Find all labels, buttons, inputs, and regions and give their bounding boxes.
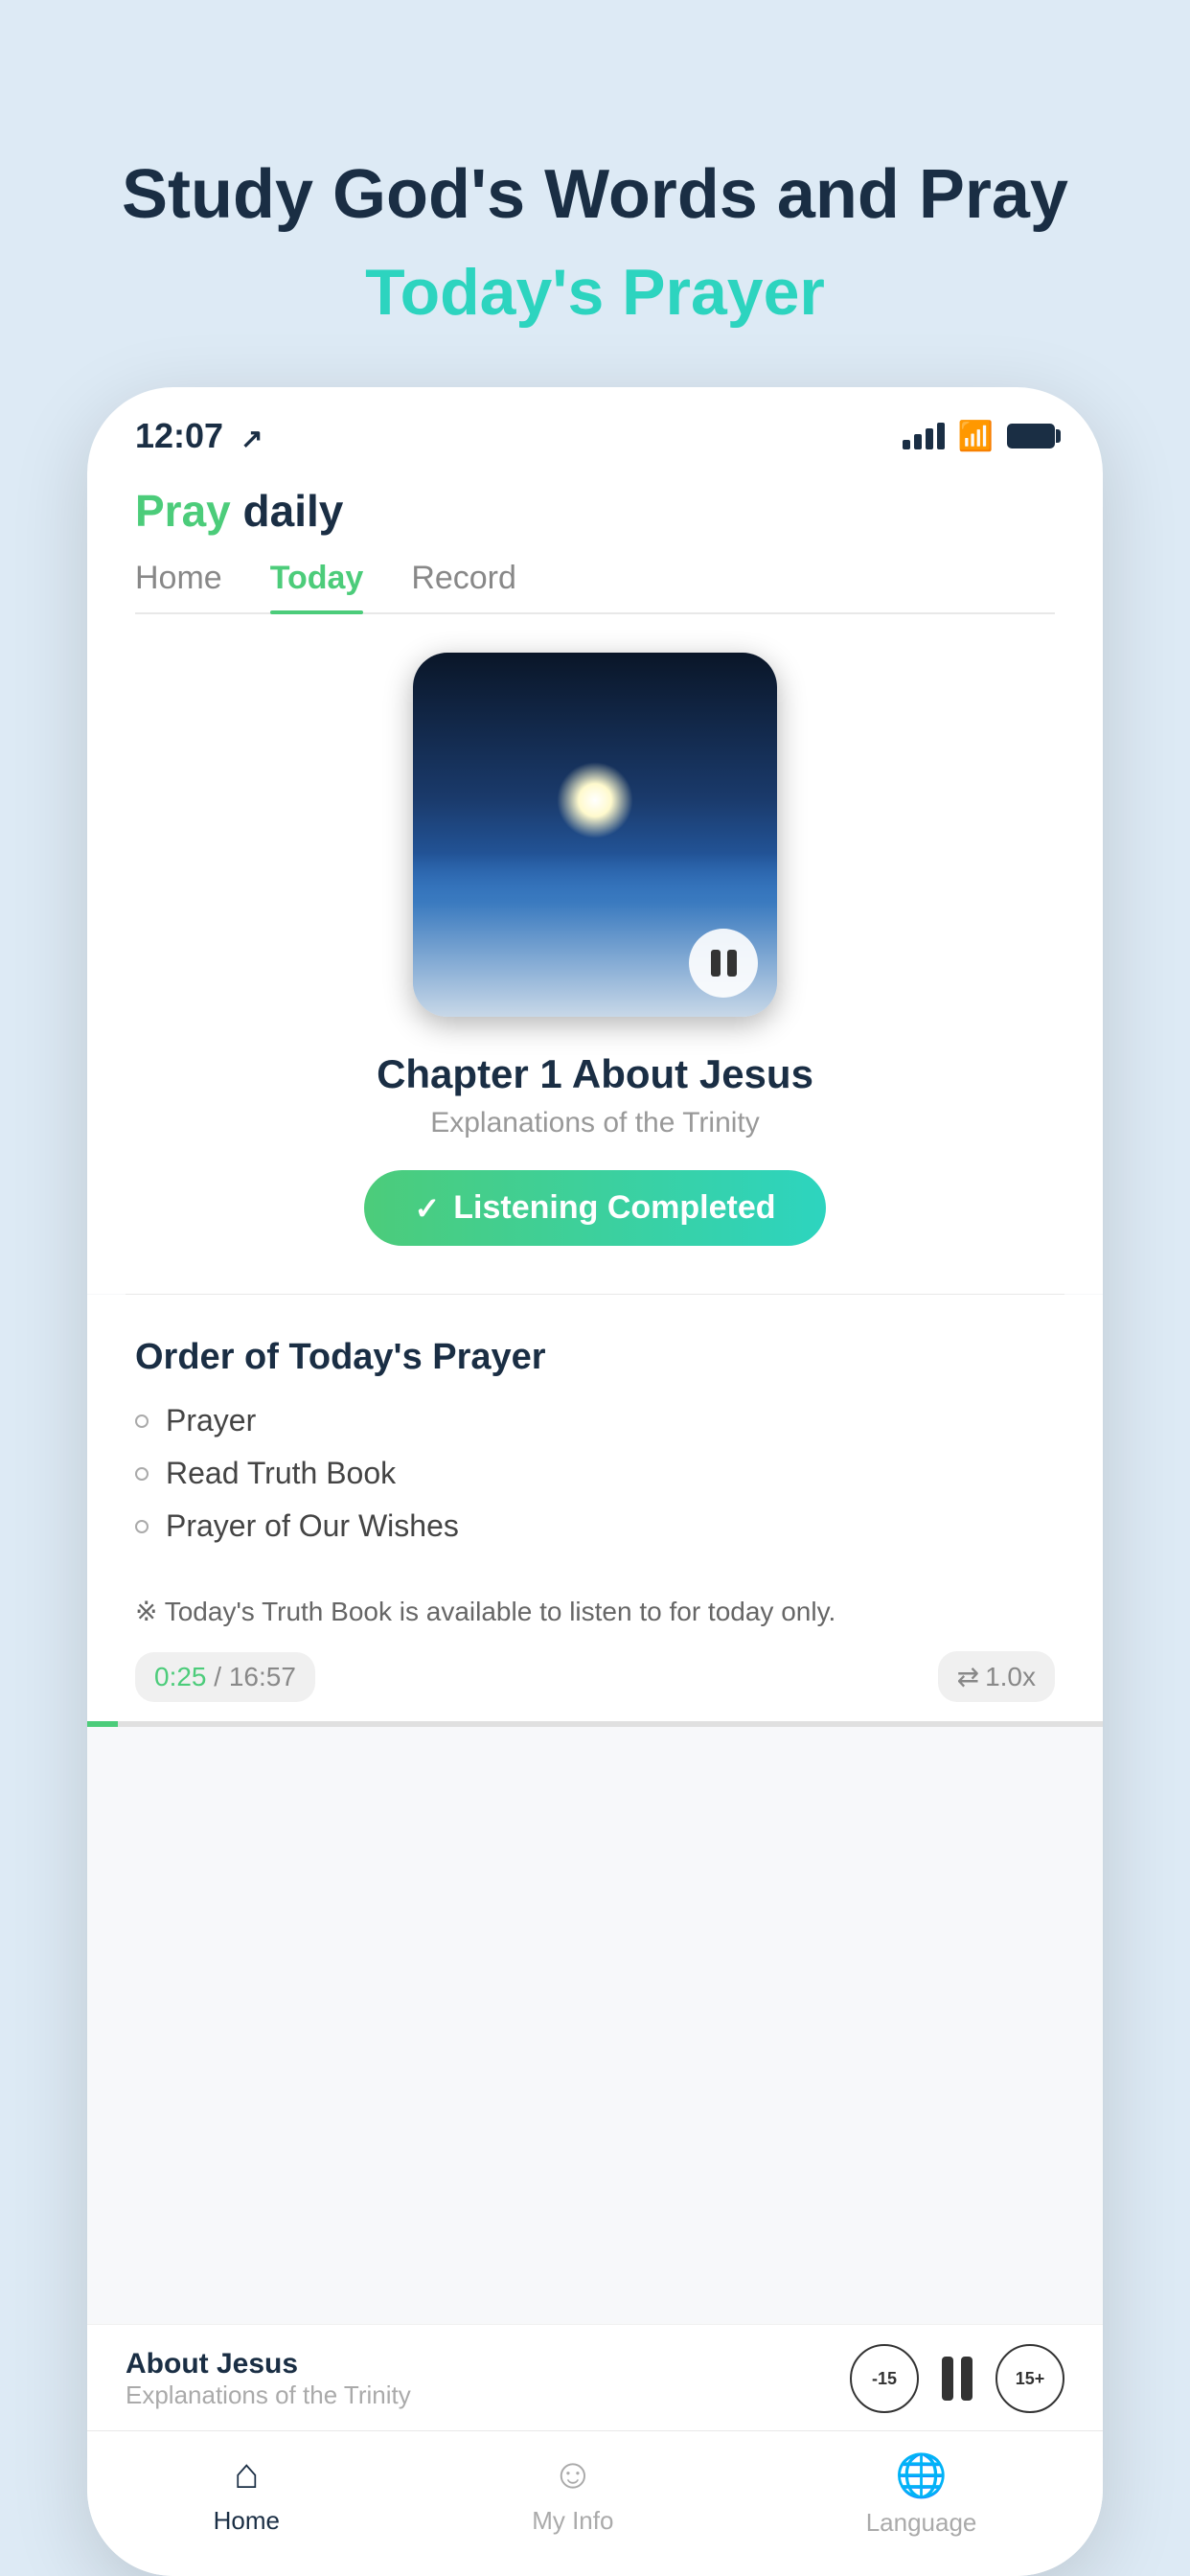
album-art-glow: [557, 762, 633, 839]
player-track-sub: Explanations of the Trinity: [126, 2380, 411, 2410]
note-section: ※ Today's Truth Book is available to lis…: [87, 1573, 1103, 1632]
tab-record[interactable]: Record: [411, 560, 516, 612]
note-text: ※ Today's Truth Book is available to lis…: [135, 1592, 1055, 1632]
list-dot: [135, 1467, 149, 1481]
album-art[interactable]: [413, 653, 777, 1017]
player-info: About Jesus Explanations of the Trinity: [126, 2348, 411, 2410]
tab-home[interactable]: Home: [135, 560, 222, 612]
audio-card: Chapter 1 About Jesus Explanations of th…: [87, 614, 1103, 1294]
progress-section: 0:25 / 16:57 ⇄ 1.0x: [87, 1632, 1103, 1721]
nav-item-language[interactable]: 🌐 Language: [866, 2450, 977, 2538]
rewind-label: -15: [872, 2369, 897, 2389]
content-area: Chapter 1 About Jesus Explanations of th…: [87, 614, 1103, 2324]
forward-label: 15+: [1016, 2369, 1045, 2389]
pause-bar-left: [711, 950, 721, 977]
nav-tabs: Home Today Record: [135, 560, 1055, 614]
content-scroll: Chapter 1 About Jesus Explanations of th…: [87, 614, 1103, 2324]
phone-frame: 12:07 ↗ 📶 Pray daily Home Today Record: [87, 387, 1103, 2576]
home-icon: ⌂: [234, 2450, 260, 2498]
time-display[interactable]: 0:25 / 16:57: [135, 1652, 315, 1702]
order-title: Order of Today's Prayer: [135, 1337, 1055, 1378]
app-logo: Pray daily: [135, 485, 1055, 537]
bottom-player: About Jesus Explanations of the Trinity …: [87, 2324, 1103, 2430]
signal-icon: [903, 423, 945, 449]
time-separator: /: [214, 1662, 229, 1691]
completed-text: Listening Completed: [453, 1189, 775, 1227]
player-track-name: About Jesus: [126, 2348, 411, 2380]
wifi-icon: 📶: [958, 420, 994, 453]
time-total: 16:57: [229, 1662, 296, 1691]
pause-bars: [711, 950, 737, 977]
order-section: Order of Today's Prayer Prayer Read Trut…: [87, 1295, 1103, 1573]
nav-label-myinfo: My Info: [532, 2506, 613, 2536]
bottom-nav: ⌂ Home ☺ My Info 🌐 Language: [87, 2430, 1103, 2576]
progress-bar[interactable]: [87, 1721, 1103, 1727]
pause-bar-right: [727, 950, 737, 977]
speed-value: 1.0x: [985, 1662, 1036, 1692]
order-item-1: Prayer: [166, 1403, 256, 1438]
play-pause-button[interactable]: [942, 2357, 973, 2401]
navigation-icon: ↗: [240, 424, 263, 453]
page-title-line1: Study God's Words and Pray: [77, 153, 1113, 236]
check-icon: ✓: [414, 1190, 440, 1227]
play-pause-bar-right: [961, 2357, 973, 2401]
forward-button[interactable]: 15+: [995, 2344, 1064, 2413]
language-icon: 🌐: [895, 2450, 948, 2500]
nav-item-myinfo[interactable]: ☺ My Info: [532, 2450, 613, 2538]
list-item: Prayer of Our Wishes: [135, 1508, 1055, 1544]
speed-display[interactable]: ⇄ 1.0x: [938, 1651, 1055, 1702]
progress-bar-fill: [87, 1721, 118, 1727]
logo-daily: daily: [231, 486, 344, 536]
page-title-line2: Today's Prayer: [77, 255, 1113, 330]
speed-icon: ⇄: [957, 1661, 979, 1692]
app-header: Pray daily Home Today Record: [87, 466, 1103, 614]
completed-badge[interactable]: ✓ Listening Completed: [364, 1170, 825, 1246]
player-controls: -15 15+: [850, 2344, 1064, 2413]
status-bar: 12:07 ↗ 📶: [87, 387, 1103, 466]
nav-label-home: Home: [214, 2506, 280, 2536]
order-list: Prayer Read Truth Book Prayer of Our Wis…: [135, 1403, 1055, 1544]
tab-today[interactable]: Today: [270, 560, 364, 612]
logo-pray: Pray: [135, 486, 231, 536]
nav-label-language: Language: [866, 2508, 977, 2538]
list-item: Prayer: [135, 1403, 1055, 1438]
status-time: 12:07 ↗: [135, 416, 263, 456]
status-icons: 📶: [903, 420, 1055, 453]
track-subtitle: Explanations of the Trinity: [430, 1107, 760, 1139]
play-pause-bar-left: [942, 2357, 953, 2401]
time-current: 0:25: [154, 1662, 207, 1691]
list-item: Read Truth Book: [135, 1456, 1055, 1491]
myinfo-icon: ☺: [551, 2450, 594, 2498]
pause-button[interactable]: [689, 929, 758, 998]
order-item-3: Prayer of Our Wishes: [166, 1508, 459, 1544]
list-dot: [135, 1414, 149, 1428]
battery-icon: [1007, 424, 1055, 448]
track-title: Chapter 1 About Jesus: [377, 1051, 813, 1097]
order-item-2: Read Truth Book: [166, 1456, 396, 1491]
nav-item-home[interactable]: ⌂ Home: [214, 2450, 280, 2538]
rewind-button[interactable]: -15: [850, 2344, 919, 2413]
list-dot: [135, 1520, 149, 1533]
top-section: Study God's Words and Pray Today's Praye…: [0, 0, 1190, 387]
